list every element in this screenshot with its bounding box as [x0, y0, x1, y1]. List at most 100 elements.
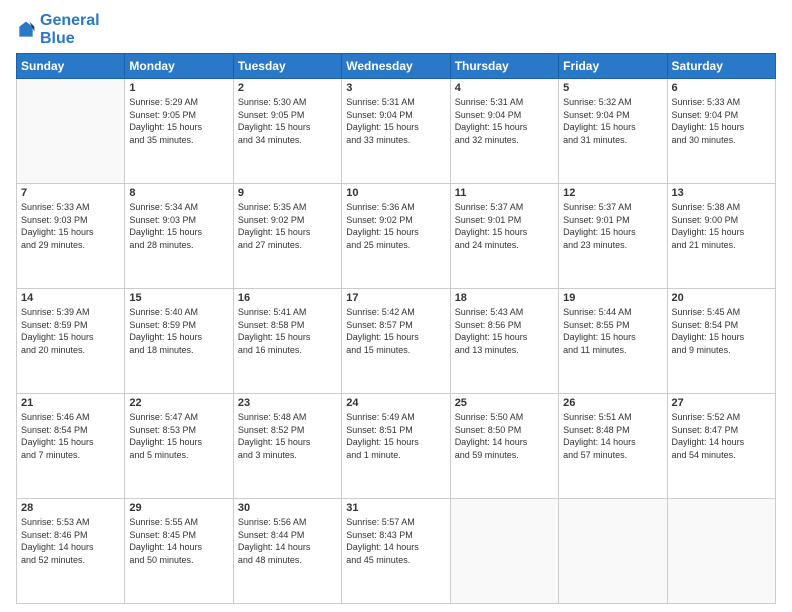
day-number: 20: [672, 292, 771, 304]
calendar-cell: 25 Sunrise: 5:50 AM Sunset: 8:50 PM Dayl…: [450, 394, 558, 499]
day-info: Sunrise: 5:46 AM Sunset: 8:54 PM Dayligh…: [21, 411, 120, 461]
day-info: Sunrise: 5:51 AM Sunset: 8:48 PM Dayligh…: [563, 411, 662, 461]
day-number: 11: [455, 187, 554, 199]
calendar-cell: 24 Sunrise: 5:49 AM Sunset: 8:51 PM Dayl…: [342, 394, 450, 499]
day-info: Sunrise: 5:29 AM Sunset: 9:05 PM Dayligh…: [129, 96, 228, 146]
day-info: Sunrise: 5:41 AM Sunset: 8:58 PM Dayligh…: [238, 306, 337, 356]
day-number: 30: [238, 502, 337, 514]
page: General Blue SundayMondayTuesdayWednesda…: [0, 0, 792, 612]
calendar-header-row: SundayMondayTuesdayWednesdayThursdayFrid…: [17, 54, 776, 79]
day-info: Sunrise: 5:50 AM Sunset: 8:50 PM Dayligh…: [455, 411, 554, 461]
day-number: 19: [563, 292, 662, 304]
day-info: Sunrise: 5:43 AM Sunset: 8:56 PM Dayligh…: [455, 306, 554, 356]
calendar-cell: 8 Sunrise: 5:34 AM Sunset: 9:03 PM Dayli…: [125, 184, 233, 289]
weekday-header: Wednesday: [342, 54, 450, 79]
calendar-cell: 19 Sunrise: 5:44 AM Sunset: 8:55 PM Dayl…: [559, 289, 667, 394]
day-number: 3: [346, 82, 445, 94]
calendar-week-row: 14 Sunrise: 5:39 AM Sunset: 8:59 PM Dayl…: [17, 289, 776, 394]
calendar-cell: 6 Sunrise: 5:33 AM Sunset: 9:04 PM Dayli…: [667, 79, 775, 184]
calendar-cell: [559, 499, 667, 604]
day-number: 12: [563, 187, 662, 199]
calendar-cell: 22 Sunrise: 5:47 AM Sunset: 8:53 PM Dayl…: [125, 394, 233, 499]
calendar-cell: 30 Sunrise: 5:56 AM Sunset: 8:44 PM Dayl…: [233, 499, 341, 604]
day-number: 21: [21, 397, 120, 409]
calendar-cell: 2 Sunrise: 5:30 AM Sunset: 9:05 PM Dayli…: [233, 79, 341, 184]
day-info: Sunrise: 5:33 AM Sunset: 9:04 PM Dayligh…: [672, 96, 771, 146]
day-info: Sunrise: 5:33 AM Sunset: 9:03 PM Dayligh…: [21, 201, 120, 251]
calendar-cell: 13 Sunrise: 5:38 AM Sunset: 9:00 PM Dayl…: [667, 184, 775, 289]
calendar-cell: [667, 499, 775, 604]
day-number: 23: [238, 397, 337, 409]
day-number: 26: [563, 397, 662, 409]
day-number: 2: [238, 82, 337, 94]
calendar-cell: [450, 499, 558, 604]
calendar-cell: 23 Sunrise: 5:48 AM Sunset: 8:52 PM Dayl…: [233, 394, 341, 499]
calendar-cell: 27 Sunrise: 5:52 AM Sunset: 8:47 PM Dayl…: [667, 394, 775, 499]
day-number: 6: [672, 82, 771, 94]
calendar-cell: 17 Sunrise: 5:42 AM Sunset: 8:57 PM Dayl…: [342, 289, 450, 394]
calendar-cell: [17, 79, 125, 184]
calendar-cell: 9 Sunrise: 5:35 AM Sunset: 9:02 PM Dayli…: [233, 184, 341, 289]
calendar-cell: 3 Sunrise: 5:31 AM Sunset: 9:04 PM Dayli…: [342, 79, 450, 184]
day-info: Sunrise: 5:31 AM Sunset: 9:04 PM Dayligh…: [455, 96, 554, 146]
day-number: 25: [455, 397, 554, 409]
weekday-header: Saturday: [667, 54, 775, 79]
day-number: 29: [129, 502, 228, 514]
day-number: 18: [455, 292, 554, 304]
day-info: Sunrise: 5:37 AM Sunset: 9:01 PM Dayligh…: [563, 201, 662, 251]
day-number: 22: [129, 397, 228, 409]
day-info: Sunrise: 5:44 AM Sunset: 8:55 PM Dayligh…: [563, 306, 662, 356]
day-number: 9: [238, 187, 337, 199]
day-number: 13: [672, 187, 771, 199]
calendar-cell: 18 Sunrise: 5:43 AM Sunset: 8:56 PM Dayl…: [450, 289, 558, 394]
calendar-week-row: 7 Sunrise: 5:33 AM Sunset: 9:03 PM Dayli…: [17, 184, 776, 289]
day-info: Sunrise: 5:57 AM Sunset: 8:43 PM Dayligh…: [346, 516, 445, 566]
calendar-cell: 4 Sunrise: 5:31 AM Sunset: 9:04 PM Dayli…: [450, 79, 558, 184]
calendar-cell: 26 Sunrise: 5:51 AM Sunset: 8:48 PM Dayl…: [559, 394, 667, 499]
day-number: 8: [129, 187, 228, 199]
day-number: 1: [129, 82, 228, 94]
day-number: 10: [346, 187, 445, 199]
day-number: 28: [21, 502, 120, 514]
day-number: 14: [21, 292, 120, 304]
logo-icon: [16, 20, 36, 40]
calendar-week-row: 21 Sunrise: 5:46 AM Sunset: 8:54 PM Dayl…: [17, 394, 776, 499]
day-info: Sunrise: 5:40 AM Sunset: 8:59 PM Dayligh…: [129, 306, 228, 356]
calendar-cell: 28 Sunrise: 5:53 AM Sunset: 8:46 PM Dayl…: [17, 499, 125, 604]
day-info: Sunrise: 5:45 AM Sunset: 8:54 PM Dayligh…: [672, 306, 771, 356]
calendar-cell: 1 Sunrise: 5:29 AM Sunset: 9:05 PM Dayli…: [125, 79, 233, 184]
day-number: 24: [346, 397, 445, 409]
calendar-cell: 14 Sunrise: 5:39 AM Sunset: 8:59 PM Dayl…: [17, 289, 125, 394]
day-info: Sunrise: 5:49 AM Sunset: 8:51 PM Dayligh…: [346, 411, 445, 461]
calendar-cell: 21 Sunrise: 5:46 AM Sunset: 8:54 PM Dayl…: [17, 394, 125, 499]
day-info: Sunrise: 5:34 AM Sunset: 9:03 PM Dayligh…: [129, 201, 228, 251]
calendar-cell: 31 Sunrise: 5:57 AM Sunset: 8:43 PM Dayl…: [342, 499, 450, 604]
weekday-header: Tuesday: [233, 54, 341, 79]
calendar-week-row: 28 Sunrise: 5:53 AM Sunset: 8:46 PM Dayl…: [17, 499, 776, 604]
logo: General Blue: [16, 12, 100, 47]
day-number: 27: [672, 397, 771, 409]
weekday-header: Sunday: [17, 54, 125, 79]
weekday-header: Friday: [559, 54, 667, 79]
logo-text: General Blue: [40, 12, 100, 47]
header: General Blue: [16, 12, 776, 47]
weekday-header: Thursday: [450, 54, 558, 79]
day-info: Sunrise: 5:30 AM Sunset: 9:05 PM Dayligh…: [238, 96, 337, 146]
day-number: 5: [563, 82, 662, 94]
day-info: Sunrise: 5:35 AM Sunset: 9:02 PM Dayligh…: [238, 201, 337, 251]
day-info: Sunrise: 5:56 AM Sunset: 8:44 PM Dayligh…: [238, 516, 337, 566]
day-info: Sunrise: 5:48 AM Sunset: 8:52 PM Dayligh…: [238, 411, 337, 461]
calendar-table: SundayMondayTuesdayWednesdayThursdayFrid…: [16, 53, 776, 604]
day-number: 7: [21, 187, 120, 199]
day-number: 4: [455, 82, 554, 94]
calendar-cell: 15 Sunrise: 5:40 AM Sunset: 8:59 PM Dayl…: [125, 289, 233, 394]
calendar-cell: 16 Sunrise: 5:41 AM Sunset: 8:58 PM Dayl…: [233, 289, 341, 394]
calendar-cell: 12 Sunrise: 5:37 AM Sunset: 9:01 PM Dayl…: [559, 184, 667, 289]
day-info: Sunrise: 5:39 AM Sunset: 8:59 PM Dayligh…: [21, 306, 120, 356]
day-number: 31: [346, 502, 445, 514]
day-info: Sunrise: 5:36 AM Sunset: 9:02 PM Dayligh…: [346, 201, 445, 251]
calendar-cell: 10 Sunrise: 5:36 AM Sunset: 9:02 PM Dayl…: [342, 184, 450, 289]
day-info: Sunrise: 5:31 AM Sunset: 9:04 PM Dayligh…: [346, 96, 445, 146]
day-number: 17: [346, 292, 445, 304]
day-info: Sunrise: 5:55 AM Sunset: 8:45 PM Dayligh…: [129, 516, 228, 566]
